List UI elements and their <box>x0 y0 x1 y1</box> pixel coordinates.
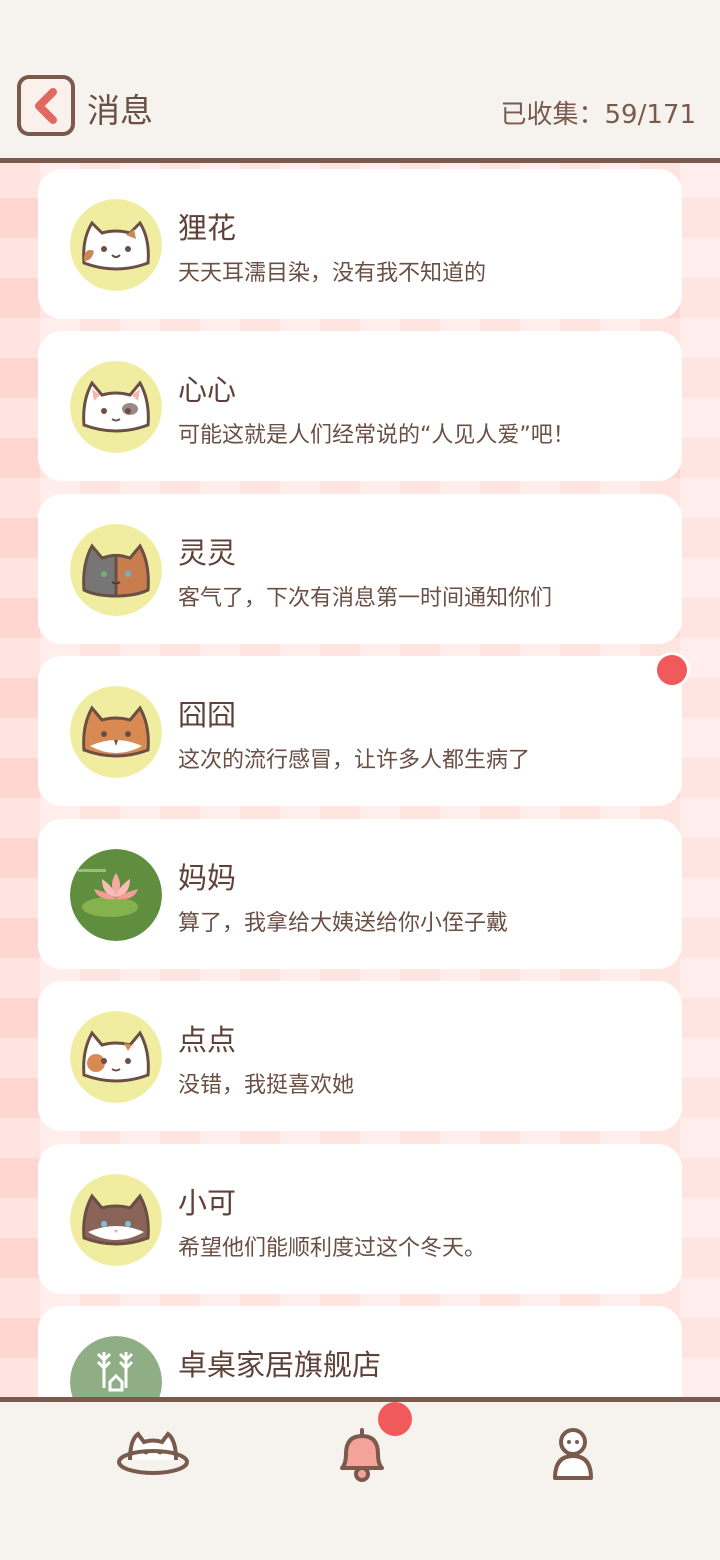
message-preview: 可能这就是人们经常说的“人见人爱”吧！ <box>178 423 575 448</box>
contact-name: 狸花 <box>178 211 237 245</box>
message-preview: 算了，我拿给大姨送给你小侄子戴 <box>178 911 509 936</box>
unread-badge <box>654 652 690 688</box>
lotus-icon <box>70 849 162 941</box>
message-card[interactable]: 囧囧 这次的流行感冒，让许多人都生病了 <box>38 656 682 806</box>
message-card[interactable]: 心心 可能这就是人们经常说的“人见人爱”吧！ <box>38 331 682 481</box>
contact-name: 灵灵 <box>178 536 237 570</box>
message-preview: 没错，我挺喜欢她 <box>178 1073 355 1098</box>
cat-planet-icon <box>117 1431 189 1475</box>
nav-messages[interactable] <box>334 1424 390 1488</box>
contact-name: 囧囧 <box>178 698 237 732</box>
shop-tree-icon <box>70 1336 162 1398</box>
message-list: 狸花 天天耳濡目染，没有我不知道的 心心 可能这就是人们经常说的“人见人爱”吧！ <box>0 163 720 1398</box>
orange-cat-icon <box>70 686 162 778</box>
message-card[interactable]: 小可 希望他们能顺利度过这个冬天。 <box>38 1144 682 1294</box>
nav-cats[interactable] <box>116 1426 190 1482</box>
message-card[interactable]: 点点 没错，我挺喜欢她 <box>38 981 682 1131</box>
header-bar: 消息 已收集：59/171 <box>0 0 720 163</box>
message-card[interactable]: 卓桌家居旗舰店 <box>38 1306 682 1398</box>
contact-name: 心心 <box>178 373 237 407</box>
message-card[interactable]: 灵灵 客气了，下次有消息第一时间通知你们 <box>38 494 682 644</box>
white-cat-icon <box>70 361 162 453</box>
bell-icon <box>340 1428 384 1482</box>
calico-cat-icon <box>70 199 162 291</box>
bottom-nav <box>0 1397 720 1560</box>
message-preview: 天天耳濡目染，没有我不知道的 <box>178 261 487 286</box>
message-card[interactable]: 狸花 天天耳濡目染，没有我不知道的 <box>38 169 682 319</box>
contact-name: 妈妈 <box>178 861 237 895</box>
message-preview: 希望他们能顺利度过这个冬天。 <box>178 1236 487 1261</box>
contact-name: 点点 <box>178 1023 237 1057</box>
nav-profile[interactable] <box>550 1426 596 1486</box>
brown-cat-icon <box>70 1174 162 1266</box>
chevron-left-icon <box>35 87 57 124</box>
message-preview: 这次的流行感冒，让许多人都生病了 <box>178 748 531 773</box>
split-face-cat-icon <box>70 524 162 616</box>
collected-count: 已收集：59/171 <box>500 100 696 130</box>
contact-name: 小可 <box>178 1186 237 1220</box>
message-preview: 客气了，下次有消息第一时间通知你们 <box>178 586 553 611</box>
back-button[interactable] <box>17 75 75 136</box>
person-icon <box>553 1428 593 1480</box>
contact-name: 卓桌家居旗舰店 <box>178 1348 382 1382</box>
message-card[interactable]: 妈妈 算了，我拿给大姨送给你小侄子戴 <box>38 819 682 969</box>
page-title: 消息 <box>87 91 153 130</box>
spotted-cat-icon <box>70 1011 162 1103</box>
notification-badge <box>378 1402 412 1436</box>
